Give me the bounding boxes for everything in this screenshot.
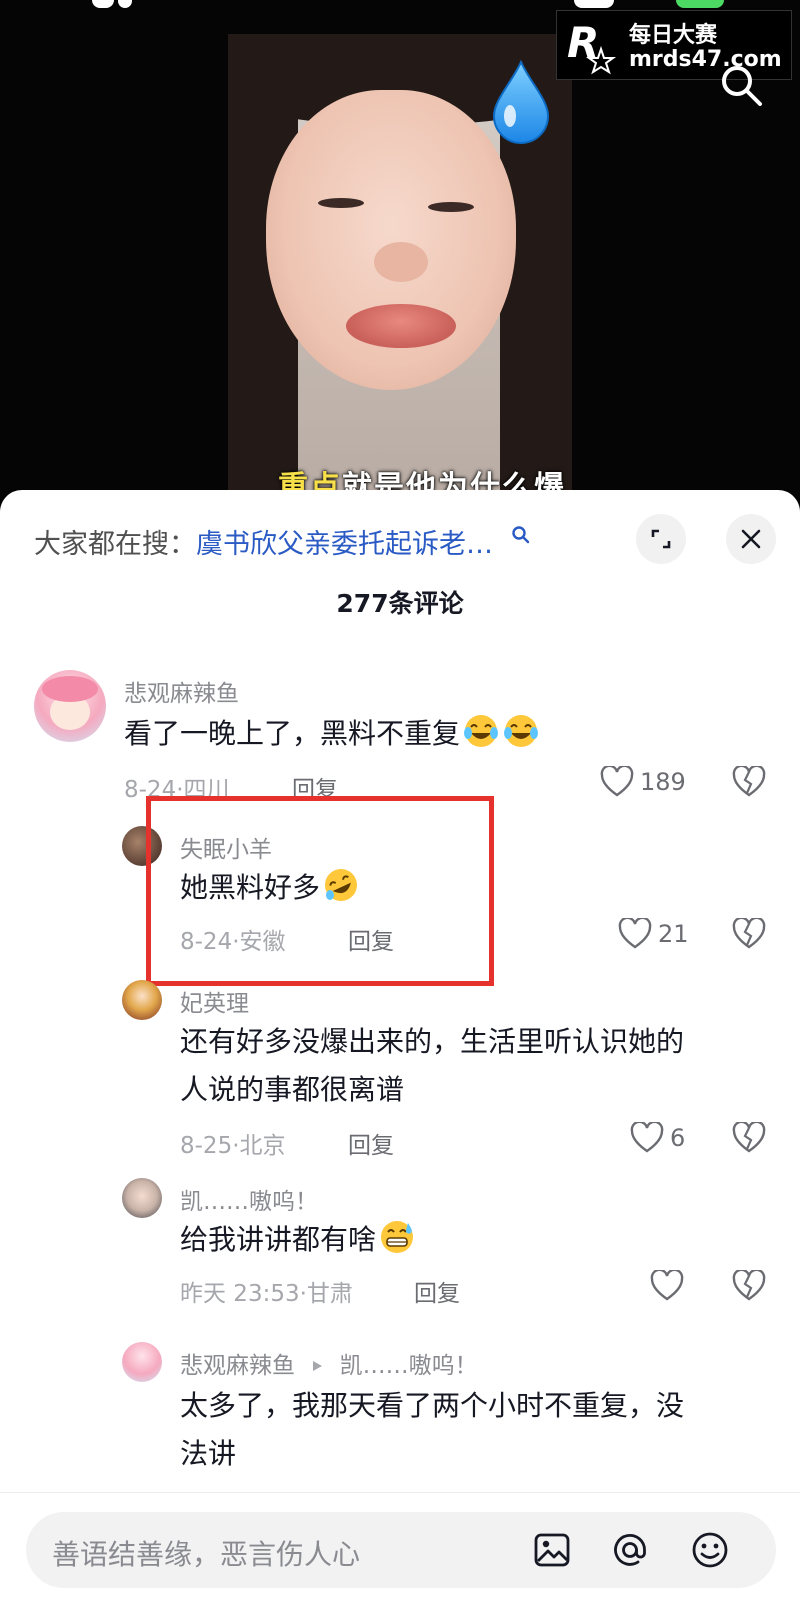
comment-sheet: 大家都在搜： 虞书欣父亲委托起诉老… 277条评论 悲观麻辣鱼 看了一晚上了，黑… <box>0 490 800 1600</box>
trending-search-label: 大家都在搜： <box>34 529 196 560</box>
comment-item: 悲观麻辣鱼 看了一晚上了，黑料不重复 8-24·四川 回复 189 <box>0 670 800 810</box>
video-frame: 重点就是他为什么爆 <box>228 34 572 500</box>
watermark-title: 每日大赛 <box>629 23 718 48</box>
comment-input[interactable]: 善语结善缘，恶言伤人心 <box>26 1512 776 1588</box>
image-icon[interactable] <box>532 1530 572 1570</box>
heart-icon <box>618 918 652 949</box>
like-count: 6 <box>670 1124 686 1152</box>
site-logo-icon: R <box>567 18 617 75</box>
video-player[interactable]: 重点就是他为什么爆 R 每日大赛 mrds47.com <box>0 0 800 500</box>
like-button[interactable]: 189 <box>600 766 686 798</box>
trending-search[interactable]: 大家都在搜： 虞书欣父亲委托起诉老… <box>34 522 531 561</box>
comment-meta: 8-25·北京 <box>180 1133 286 1159</box>
search-icon[interactable] <box>718 62 764 108</box>
heart-icon <box>600 766 634 797</box>
expand-button[interactable] <box>636 514 686 564</box>
reply-button[interactable]: 回复 <box>348 1126 394 1160</box>
dislike-icon[interactable] <box>732 918 766 950</box>
comment-text: 看了一晚上了，黑料不重复 <box>124 710 540 758</box>
heart-icon <box>630 1122 664 1153</box>
comment-text: 还有好多没爆出来的，生活里听认识她的 人说的事都很离谱 <box>180 1025 685 1106</box>
comment-reply-item: 妃英理 还有好多没爆出来的，生活里听认识她的 人说的事都很离谱 8-25·北京 … <box>0 980 800 1180</box>
comment-meta: 昨天 23:53·甘肃 <box>180 1281 353 1307</box>
heart-icon <box>650 1270 684 1301</box>
expand-icon <box>651 529 671 549</box>
avatar[interactable] <box>122 980 162 1020</box>
comment-username[interactable]: 妃英理 <box>180 984 249 1018</box>
comment-input-placeholder: 善语结善缘，恶言伤人心 <box>52 1538 361 1571</box>
dislike-icon[interactable] <box>732 1270 766 1302</box>
like-button[interactable] <box>650 1270 690 1302</box>
comment-username[interactable]: 悲观麻辣鱼 凯……嗷呜！ <box>180 1346 478 1380</box>
comment-reply-item: 悲观麻辣鱼 凯……嗷呜！ 太多了，我那天看了两个小时不重复，没 法讲 <box>0 1342 800 1492</box>
like-button[interactable]: 6 <box>630 1122 685 1154</box>
laugh-cry-emoji-icon <box>504 715 539 747</box>
avatar[interactable] <box>122 1178 162 1218</box>
emoji-icon[interactable] <box>690 1530 730 1570</box>
face <box>266 90 516 390</box>
comment-count: 277条评论 <box>336 589 464 618</box>
comment-username[interactable]: 凯……嗷呜！ <box>180 1182 318 1216</box>
sweat-drop-icon <box>492 60 550 144</box>
dislike-icon[interactable] <box>732 766 766 798</box>
close-button[interactable] <box>726 514 776 564</box>
highlight-annotation-box <box>146 796 494 986</box>
mention-icon[interactable] <box>610 1530 650 1570</box>
reply-button[interactable]: 回复 <box>414 1274 460 1308</box>
svg-text:R: R <box>567 18 599 67</box>
avatar[interactable] <box>34 670 106 742</box>
avatar[interactable] <box>122 1342 162 1382</box>
comment-username[interactable]: 悲观麻辣鱼 <box>124 674 239 708</box>
close-icon <box>741 529 761 549</box>
trending-search-link[interactable]: 虞书欣父亲委托起诉老… <box>196 522 493 561</box>
comment-text: 太多了，我那天看了两个小时不重复，没 法讲 <box>180 1389 685 1470</box>
comment-text: 给我讲讲都有啥 <box>180 1216 416 1264</box>
laugh-cry-emoji-icon <box>464 715 499 747</box>
like-count: 189 <box>640 768 686 796</box>
like-button[interactable]: 21 <box>618 918 689 950</box>
comment-reply-item: 凯……嗷呜！ 给我讲讲都有啥 昨天 23:53·甘肃 回复 <box>0 1178 800 1328</box>
reply-arrow-icon <box>313 1361 323 1371</box>
dislike-icon[interactable] <box>732 1122 766 1154</box>
grin-sweat-emoji-icon <box>381 1221 414 1253</box>
search-icon[interactable] <box>511 525 531 545</box>
like-count: 21 <box>658 920 689 948</box>
